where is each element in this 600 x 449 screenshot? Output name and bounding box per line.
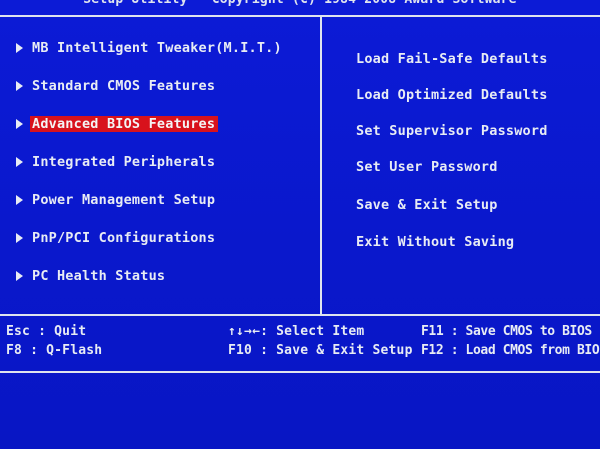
arrow-right-icon [16,81,23,91]
hint-f12-load-cmos: F12 : Load CMOS from BIOS [421,343,600,358]
arrow-right-icon [16,43,23,53]
menu-item-pnp-pci[interactable]: PnP/PCI Configurations [16,228,215,248]
arrow-right-icon [16,119,23,129]
hint-f8-qflash: F8 : Q-Flash [6,343,103,358]
center-divider [320,15,322,315]
menu-item-advanced-bios[interactable]: Advanced BIOS Features [16,114,219,134]
menu-item-label: PnP/PCI Configurations [32,230,216,246]
set-supervisor-password[interactable]: Set Supervisor Password [356,121,548,141]
menu-item-mit[interactable]: MB Intelligent Tweaker(M.I.T.) [16,38,282,58]
arrow-right-icon [16,195,23,205]
top-border [0,15,600,17]
save-exit-setup[interactable]: Save & Exit Setup [356,195,498,215]
footer-divider [0,314,600,316]
menu-item-label: Integrated Peripherals [32,154,216,170]
load-optimized-defaults[interactable]: Load Optimized Defaults [356,85,548,105]
exit-without-saving[interactable]: Exit Without Saving [356,232,514,252]
menu-item-label: MB Intelligent Tweaker(M.I.T.) [32,40,282,56]
hint-f10-save-exit: F10 : Save & Exit Setup [228,343,413,358]
menu-item-integrated-peripherals[interactable]: Integrated Peripherals [16,152,215,172]
menu-item-label: Standard CMOS Features [32,78,216,94]
title-bar: Setup Utility - Copyright (C) 1984-2008 … [0,0,600,14]
hint-f11-save-cmos: F11 : Save CMOS to BIOS [421,324,592,339]
hint-esc-quit: Esc : Quit [6,324,87,339]
menu-item-label: Power Management Setup [32,192,216,208]
arrow-right-icon [16,233,23,243]
menu-item-standard-cmos[interactable]: Standard CMOS Features [16,76,215,96]
arrow-right-icon [16,271,23,281]
load-fail-safe-defaults[interactable]: Load Fail-Safe Defaults [356,49,548,69]
bios-screen: Setup Utility - Copyright (C) 1984-2008 … [0,0,600,449]
hint-select-item: ↑↓→←: Select Item [228,324,365,339]
menu-item-pc-health[interactable]: PC Health Status [16,266,165,286]
set-user-password[interactable]: Set User Password [356,157,498,177]
menu-item-power-management[interactable]: Power Management Setup [16,190,215,210]
arrow-right-icon [16,157,23,167]
bottom-border [0,371,600,373]
menu-item-label: PC Health Status [32,268,166,284]
menu-item-label: Advanced BIOS Features [30,116,219,132]
